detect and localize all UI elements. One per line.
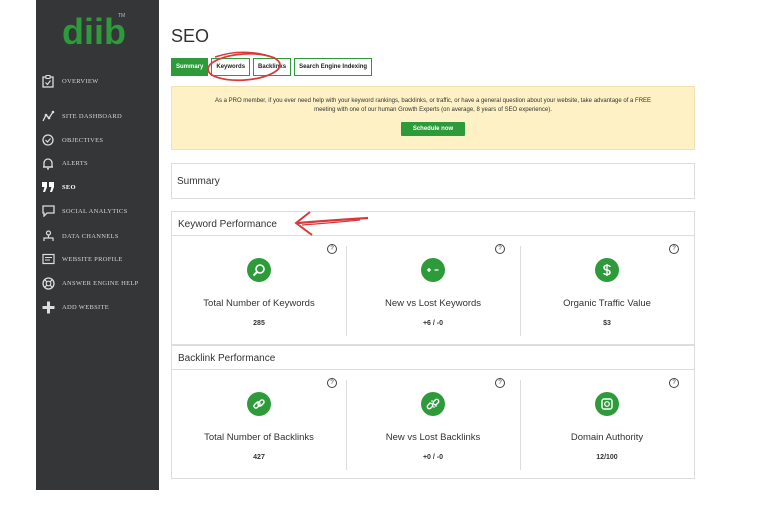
metric-organic-traffic-value: ? Organic Traffic Value $3 [520, 236, 694, 346]
tab-bar: Summary Keywords Backlinks Search Engine… [171, 58, 373, 76]
tab-search-engine-indexing[interactable]: Search Engine Indexing [294, 58, 373, 76]
keyword-performance-header: Keyword Performance [172, 212, 694, 236]
sidebar-item-label: ADD WEBSITE [62, 303, 110, 311]
sidebar-item-label: SITE DASHBOARD [62, 112, 122, 120]
check-circle-icon [40, 132, 56, 148]
tab-summary[interactable]: Summary [171, 58, 209, 76]
help-icon[interactable]: ? [669, 244, 679, 254]
profile-icon [40, 251, 56, 267]
dollar-icon [595, 258, 619, 282]
bell-icon [40, 155, 56, 171]
schedule-now-button[interactable]: Schedule now [400, 122, 466, 136]
data-channels-icon [40, 228, 56, 244]
metric-value: $3 [603, 320, 611, 327]
chart-line-icon [40, 108, 56, 124]
plus-minus-icon [421, 258, 445, 282]
sidebar-item-label: SOCIAL ANALYTICS [62, 207, 128, 215]
sidebar-item-add-website[interactable]: ADD WEBSITE [40, 298, 109, 316]
backlink-performance-panel: Backlink Performance ? Total Number of B… [171, 345, 695, 479]
metric-new-vs-lost-keywords: ? New vs Lost Keywords +6 / -0 [346, 236, 520, 346]
authority-icon [595, 392, 619, 416]
help-icon[interactable]: ? [495, 378, 505, 388]
sidebar-item-alerts[interactable]: ALERTS [40, 154, 88, 172]
tab-keywords[interactable]: Keywords [211, 58, 251, 76]
diib-logo[interactable]: diib TM [60, 8, 130, 50]
sidebar-item-objectives[interactable]: OBJECTIVES [40, 131, 103, 149]
sidebar-item-overview[interactable]: OVERVIEW [40, 72, 99, 90]
plus-icon [40, 299, 56, 315]
metric-new-vs-lost-backlinks: ? New vs Lost Backlinks +0 / -0 [346, 370, 520, 480]
sidebar-item-label: WEBSITE PROFILE [62, 255, 123, 263]
svg-text:TM: TM [118, 13, 125, 19]
sidebar-item-seo[interactable]: SEO [40, 178, 76, 196]
page-title: SEO [171, 26, 210, 46]
link-icon [247, 392, 271, 416]
sidebar-item-label: SEO [62, 183, 76, 191]
help-icon[interactable]: ? [327, 378, 337, 388]
tab-backlinks[interactable]: Backlinks [253, 58, 292, 76]
search-icon [247, 258, 271, 282]
metric-value: 285 [253, 320, 265, 327]
sidebar-item-label: OBJECTIVES [62, 136, 104, 144]
metric-label: New vs Lost Keywords [384, 298, 482, 309]
sidebar-item-website-profile[interactable]: WEBSITE PROFILE [40, 250, 123, 268]
banner-text: As a PRO member, if you ever need help w… [214, 98, 652, 113]
pro-member-banner: As a PRO member, if you ever need help w… [171, 86, 695, 150]
sidebar-item-label: ANSWER ENGINE HELP [62, 279, 139, 287]
metric-value: 12/100 [596, 454, 618, 461]
keyword-performance-title: Keyword Performance [178, 219, 277, 230]
metric-domain-authority: ? Domain Authority 12/100 [520, 370, 694, 480]
backlink-performance-title: Backlink Performance [178, 353, 276, 364]
metric-value: 427 [253, 454, 265, 461]
lifebuoy-icon [40, 275, 56, 291]
sidebar-item-label: ALERTS [62, 159, 88, 167]
sidebar-item-label: DATA CHANNELS [62, 232, 119, 240]
keyword-performance-panel: Keyword Performance ? Total Number of Ke… [171, 211, 695, 345]
broken-link-icon [421, 392, 445, 416]
help-icon[interactable]: ? [327, 244, 337, 254]
help-icon[interactable]: ? [495, 244, 505, 254]
summary-title: Summary [177, 176, 220, 187]
metric-total-keywords: ? Total Number of Keywords 285 [172, 236, 346, 346]
sidebar-item-site-dashboard[interactable]: SITE DASHBOARD [40, 107, 122, 125]
sidebar-item-social-analytics[interactable]: SOCIAL ANALYTICS [40, 202, 127, 220]
backlink-performance-header: Backlink Performance [172, 346, 694, 370]
metric-label: Total Number of Backlinks [204, 432, 314, 443]
metric-label: Organic Traffic Value [563, 298, 651, 309]
metric-label: New vs Lost Backlinks [385, 432, 481, 443]
sidebar-item-label: OVERVIEW [62, 77, 99, 85]
help-icon[interactable]: ? [669, 378, 679, 388]
metric-value: +0 / -0 [422, 454, 444, 461]
sidebar-item-answer-engine-help[interactable]: ANSWER ENGINE HELP [40, 274, 139, 292]
sidebar-item-data-channels[interactable]: DATA CHANNELS [40, 227, 119, 245]
metric-label: Total Number of Keywords [203, 298, 315, 309]
svg-text:diib: diib [62, 11, 126, 50]
quote-icon [40, 179, 56, 195]
summary-panel: Summary [171, 163, 695, 199]
chat-icon [40, 203, 56, 219]
metric-value: +6 / -0 [422, 320, 444, 327]
metric-label: Domain Authority [570, 432, 644, 443]
metric-total-backlinks: ? Total Number of Backlinks 427 [172, 370, 346, 480]
clipboard-icon [40, 73, 56, 89]
